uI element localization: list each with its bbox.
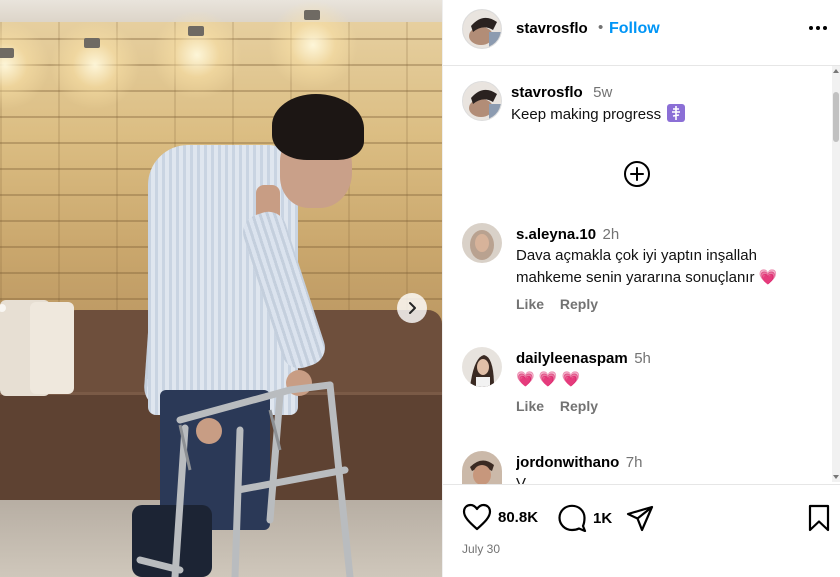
author-avatar[interactable] bbox=[462, 9, 502, 49]
comment-actions: Like Reply bbox=[516, 398, 816, 414]
scroll-down-icon bbox=[833, 475, 839, 479]
prev-edge bbox=[0, 300, 10, 312]
comment-actions: Like Reply bbox=[516, 296, 816, 312]
save-button[interactable] bbox=[807, 504, 831, 537]
comment-text: V bbox=[516, 475, 527, 484]
comment-time[interactable]: 2h bbox=[603, 226, 620, 243]
avatar-image bbox=[462, 451, 502, 484]
avatar-image bbox=[462, 223, 502, 263]
caption-time[interactable]: 5w bbox=[593, 84, 612, 101]
ceiling-lamp bbox=[0, 48, 14, 58]
comment-like-button[interactable]: Like bbox=[516, 296, 544, 312]
caption-text-row: Keep making progress bbox=[511, 104, 821, 126]
pillow bbox=[30, 302, 74, 394]
walker-frame bbox=[136, 381, 354, 577]
comment-item: dailyleenaspam 5h 💗 💗 💗 Like Reply bbox=[516, 350, 816, 414]
post-panel: stavrosflo • Follow stavrosflo 5w Keep m… bbox=[442, 0, 840, 577]
ceiling-lamp bbox=[84, 38, 100, 48]
comment-avatar[interactable] bbox=[462, 451, 502, 484]
avatar-image bbox=[462, 347, 502, 387]
share-icon bbox=[626, 505, 654, 532]
comment-username[interactable]: jordonwithano bbox=[516, 454, 619, 471]
comment-time[interactable]: 5h bbox=[634, 350, 651, 367]
comment-count[interactable]: 1K bbox=[593, 510, 612, 527]
post-media[interactable] bbox=[0, 0, 442, 577]
chevron-right-icon bbox=[409, 302, 416, 314]
like-action: 80.8K bbox=[462, 503, 538, 531]
light-glow bbox=[152, 10, 242, 100]
caption-avatar[interactable] bbox=[462, 81, 502, 121]
author-username[interactable]: stavrosflo bbox=[516, 20, 588, 37]
caption-text: Keep making progress bbox=[511, 106, 662, 123]
follow-button[interactable]: Follow bbox=[609, 20, 660, 38]
separator-dot: • bbox=[598, 19, 604, 36]
orthodox-cross-icon bbox=[672, 106, 681, 120]
post-date[interactable]: July 30 bbox=[462, 542, 500, 556]
bookmark-icon bbox=[808, 504, 830, 532]
comment-item: s.aleyna.10 2h Dava açmakla çok iyi yapt… bbox=[516, 226, 816, 312]
post-header: stavrosflo • Follow bbox=[443, 0, 840, 66]
load-more-comments-button[interactable] bbox=[623, 160, 651, 188]
avatar-image bbox=[463, 10, 501, 48]
scrollbar-thumb[interactable] bbox=[833, 92, 839, 142]
post-actions-bar: 80.8K 1K July 30 bbox=[443, 484, 840, 577]
more-horizontal-icon bbox=[809, 26, 827, 30]
comment-like-button[interactable]: Like bbox=[516, 398, 544, 414]
person-hair bbox=[272, 94, 364, 160]
comment-item: jordonwithano 7h V bbox=[516, 454, 816, 484]
ceiling-lamp bbox=[304, 10, 320, 20]
like-count[interactable]: 80.8K bbox=[498, 509, 538, 526]
comment-reply-button[interactable]: Reply bbox=[560, 398, 598, 414]
light-glow bbox=[50, 20, 140, 110]
comment-avatar[interactable] bbox=[462, 347, 502, 387]
comment-text: Dava açmakla çok iyi yaptın inşallah mah… bbox=[516, 247, 778, 286]
plus-circle-icon bbox=[624, 161, 650, 187]
avatar-image bbox=[463, 82, 501, 120]
caption-block: stavrosflo 5w Keep making progress bbox=[511, 84, 821, 126]
comment-text: 💗 💗 💗 bbox=[516, 371, 581, 388]
scroll-up-icon bbox=[833, 69, 839, 73]
more-options-button[interactable] bbox=[807, 20, 831, 36]
orthodox-cross-emoji bbox=[667, 104, 686, 122]
ceiling-lamp bbox=[188, 26, 204, 36]
comment-action: 1K bbox=[557, 504, 612, 532]
comment-username[interactable]: dailyleenaspam bbox=[516, 350, 628, 367]
comment-avatar[interactable] bbox=[462, 223, 502, 263]
heart-icon[interactable] bbox=[462, 503, 492, 531]
comment-icon[interactable] bbox=[557, 504, 587, 532]
comment-username[interactable]: s.aleyna.10 bbox=[516, 226, 596, 243]
comment-reply-button[interactable]: Reply bbox=[560, 296, 598, 312]
caption-username[interactable]: stavrosflo bbox=[511, 84, 583, 101]
comment-time[interactable]: 7h bbox=[626, 454, 643, 471]
next-image-button[interactable] bbox=[397, 293, 427, 323]
share-button[interactable] bbox=[626, 504, 654, 537]
